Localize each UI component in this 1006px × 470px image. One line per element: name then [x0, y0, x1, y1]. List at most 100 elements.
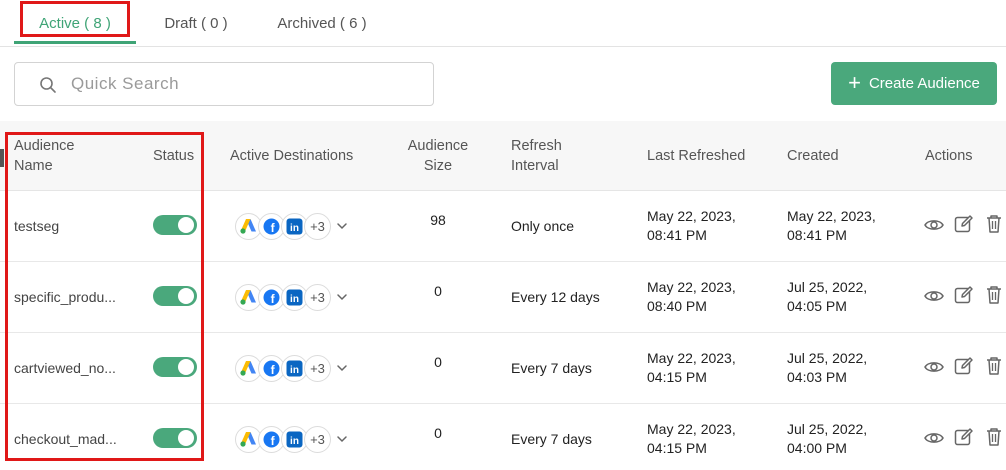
chevron-down-icon[interactable] — [336, 220, 348, 232]
view-eye-icon[interactable] — [923, 214, 945, 236]
created-date-day: Jul 25, 2022, — [787, 421, 868, 437]
header-refresh-interval[interactable]: Refresh Interval — [511, 136, 562, 176]
more-destinations-badge[interactable]: +3 — [304, 212, 331, 240]
refresh-interval: Only once — [511, 218, 575, 234]
header-audience-name-line2: Name — [14, 158, 53, 174]
header-audience-name[interactable]: Audience Name — [14, 136, 74, 176]
svg-text:in: in — [290, 436, 299, 447]
last-refreshed: May 22, 2023, 04:15 PM — [647, 349, 736, 387]
svg-text:in: in — [290, 294, 299, 305]
audience-table: Audience Name Status Active Destinations… — [0, 121, 1006, 470]
created-date-time: 08:41 PM — [787, 227, 847, 243]
svg-text:in: in — [290, 223, 299, 234]
created-date-day: Jul 25, 2022, — [787, 350, 868, 366]
last-refreshed-date: May 22, 2023, — [647, 208, 736, 224]
view-eye-icon[interactable] — [923, 356, 945, 378]
audience-size: 0 — [434, 354, 442, 370]
view-eye-icon[interactable] — [923, 427, 945, 449]
chevron-down-icon[interactable] — [336, 433, 348, 445]
created-date: Jul 25, 2022, 04:03 PM — [787, 349, 867, 387]
refresh-interval: Every 7 days — [511, 431, 592, 447]
delete-trash-icon[interactable] — [983, 426, 1005, 448]
more-destinations-count: +3 — [310, 360, 325, 376]
header-refresh-interval-line1: Refresh — [511, 138, 562, 154]
header-audience-size-line1: Audience — [407, 138, 469, 154]
chevron-down-icon[interactable] — [336, 362, 348, 374]
last-refreshed-date: May 22, 2023, — [647, 350, 736, 366]
table-row: cartviewed_no... f in +3 0 Every 7 days … — [0, 333, 1006, 404]
toggle-knob — [178, 288, 194, 304]
search-input[interactable] — [71, 71, 421, 97]
audience-size: 0 — [434, 283, 442, 299]
edit-icon[interactable] — [953, 426, 975, 448]
created-date: Jul 25, 2022, 04:00 PM — [787, 420, 867, 458]
header-audience-size[interactable]: Audience Size — [405, 136, 471, 176]
last-refreshed: May 22, 2023, 04:15 PM — [647, 420, 736, 458]
destination-icons: f in +3 — [235, 212, 348, 240]
header-marker — [0, 149, 4, 167]
header-actions: Actions — [925, 148, 973, 164]
header-audience-size-line2: Size — [423, 158, 453, 174]
audience-size: 0 — [434, 425, 442, 441]
table-row: specific_produ... f in +3 0 Every 12 day… — [0, 262, 1006, 333]
header-created[interactable]: Created — [787, 146, 839, 166]
status-toggle[interactable] — [153, 286, 197, 306]
header-refresh-interval-line2: Interval — [511, 158, 559, 174]
tab-draft[interactable]: Draft ( 0 ) — [150, 0, 242, 46]
table-row: checkout_mad... f in +3 0 Every 7 days M… — [0, 404, 1006, 470]
last-refreshed: May 22, 2023, 08:41 PM — [647, 207, 736, 245]
table-row: testseg f in +3 98 Only once May 22, 202… — [0, 191, 1006, 262]
edit-icon[interactable] — [953, 355, 975, 377]
created-date: Jul 25, 2022, 04:05 PM — [787, 278, 867, 316]
more-destinations-count: +3 — [310, 218, 325, 234]
created-date: May 22, 2023, 08:41 PM — [787, 207, 876, 245]
quick-search[interactable] — [14, 62, 434, 106]
header-active-destinations[interactable]: Active Destinations — [230, 146, 353, 166]
edit-icon[interactable] — [953, 284, 975, 306]
delete-trash-icon[interactable] — [983, 284, 1005, 306]
create-audience-label: Create Audience — [868, 75, 980, 92]
view-eye-icon[interactable] — [923, 285, 945, 307]
more-destinations-count: +3 — [310, 289, 325, 305]
last-refreshed-date: May 22, 2023, — [647, 279, 736, 295]
audience-name[interactable]: checkout_mad... — [14, 430, 117, 449]
last-refreshed-time: 08:40 PM — [647, 298, 707, 314]
delete-trash-icon[interactable] — [983, 355, 1005, 377]
status-toggle[interactable] — [153, 357, 197, 377]
last-refreshed-time: 08:41 PM — [647, 227, 707, 243]
table-header: Audience Name Status Active Destinations… — [0, 121, 1006, 191]
created-date-time: 04:05 PM — [787, 298, 847, 314]
header-status[interactable]: Status — [153, 146, 194, 166]
created-date-time: 04:03 PM — [787, 369, 847, 385]
more-destinations-badge[interactable]: +3 — [304, 354, 331, 382]
status-toggle[interactable] — [153, 428, 197, 448]
header-last-refreshed[interactable]: Last Refreshed — [647, 146, 745, 166]
last-refreshed-time: 04:15 PM — [647, 440, 707, 456]
audience-name[interactable]: specific_produ... — [14, 288, 116, 307]
edit-icon[interactable] — [953, 213, 975, 235]
create-audience-button[interactable]: + Create Audience — [831, 62, 997, 105]
more-destinations-badge[interactable]: +3 — [304, 425, 331, 453]
tab-active[interactable]: Active ( 8 ) — [14, 0, 136, 46]
tab-bar: Active ( 8 ) Draft ( 0 ) Archived ( 6 ) — [0, 0, 1006, 47]
status-toggle[interactable] — [153, 215, 197, 235]
destination-icons: f in +3 — [235, 425, 348, 453]
created-date-time: 04:00 PM — [787, 440, 847, 456]
toggle-knob — [178, 217, 194, 233]
tab-archived[interactable]: Archived ( 6 ) — [262, 0, 382, 46]
chevron-down-icon[interactable] — [336, 291, 348, 303]
plus-icon: + — [848, 69, 861, 95]
toggle-knob — [178, 359, 194, 375]
tab-archived-label: Archived ( 6 ) — [277, 14, 367, 32]
refresh-interval: Every 12 days — [511, 289, 600, 305]
more-destinations-badge[interactable]: +3 — [304, 283, 331, 311]
last-refreshed-time: 04:15 PM — [647, 369, 707, 385]
audience-name[interactable]: testseg — [14, 217, 59, 236]
created-date-day: Jul 25, 2022, — [787, 279, 868, 295]
more-destinations-count: +3 — [310, 431, 325, 447]
delete-trash-icon[interactable] — [983, 213, 1005, 235]
audience-name[interactable]: cartviewed_no... — [14, 359, 116, 378]
active-tab-indicator — [14, 41, 136, 44]
header-audience-name-line1: Audience — [14, 138, 75, 154]
refresh-interval: Every 7 days — [511, 360, 592, 376]
